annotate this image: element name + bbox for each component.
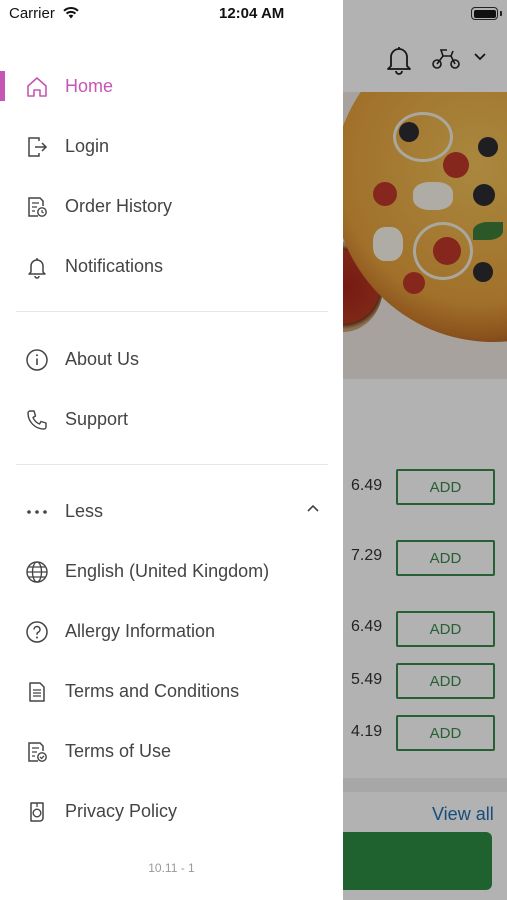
menu-item-notifications[interactable]: Notifications	[0, 241, 343, 291]
menu-item-language[interactable]: English (United Kingdom)	[0, 546, 343, 596]
privacy-icon	[24, 799, 50, 825]
menu-item-login[interactable]: Login	[0, 121, 343, 171]
battery-icon	[471, 7, 498, 20]
menu-label: Order History	[65, 195, 173, 216]
menu-item-terms-and-conditions[interactable]: Terms and Conditions	[0, 666, 343, 716]
menu-label: Login	[65, 135, 110, 156]
menu-label: Terms of Use	[65, 740, 172, 761]
navigation-drawer: Home Login Order History Notifications A…	[0, 0, 343, 900]
info-icon	[24, 347, 50, 373]
document-check-icon	[24, 739, 50, 765]
app-version: 10.11 - 1	[148, 861, 195, 875]
menu-item-less-toggle[interactable]: Less	[0, 486, 343, 536]
menu-label: English (United Kingdom)	[65, 560, 270, 581]
menu-item-terms-of-use[interactable]: Terms of Use	[0, 726, 343, 776]
menu-divider	[16, 464, 328, 465]
menu-label: Terms and Conditions	[65, 680, 240, 701]
menu-item-support[interactable]: Support	[0, 394, 343, 444]
carrier-label: Carrier	[9, 5, 55, 22]
status-bar: Carrier 12:04 AM	[0, 0, 507, 28]
globe-icon	[24, 559, 50, 585]
help-circle-icon	[24, 619, 50, 645]
drawer-scrim[interactable]	[343, 0, 507, 900]
home-icon	[24, 74, 50, 100]
menu-divider	[16, 311, 328, 312]
menu-label: Less	[65, 500, 104, 521]
menu-label: Home	[65, 75, 114, 96]
menu-item-about-us[interactable]: About Us	[0, 334, 343, 384]
menu-label: Allergy Information	[65, 620, 216, 641]
menu-label: About Us	[65, 348, 140, 369]
document-icon	[24, 679, 50, 705]
menu-label: Notifications	[65, 255, 164, 276]
clock: 12:04 AM	[219, 5, 285, 22]
more-dots-icon	[24, 499, 50, 525]
chevron-up-icon	[306, 503, 320, 513]
menu-item-privacy-policy[interactable]: Privacy Policy	[0, 786, 343, 836]
active-indicator	[0, 71, 5, 101]
menu-item-order-history[interactable]: Order History	[0, 181, 343, 231]
order-history-icon	[24, 194, 50, 220]
menu-item-home[interactable]: Home	[0, 61, 343, 111]
bell-icon	[24, 254, 50, 280]
login-icon	[24, 134, 50, 160]
menu-label: Support	[65, 408, 129, 429]
phone-icon	[24, 407, 50, 433]
battery-cap	[500, 11, 502, 16]
menu-item-allergy-information[interactable]: Allergy Information	[0, 606, 343, 656]
menu-label: Privacy Policy	[65, 800, 178, 821]
wifi-icon	[62, 6, 80, 19]
